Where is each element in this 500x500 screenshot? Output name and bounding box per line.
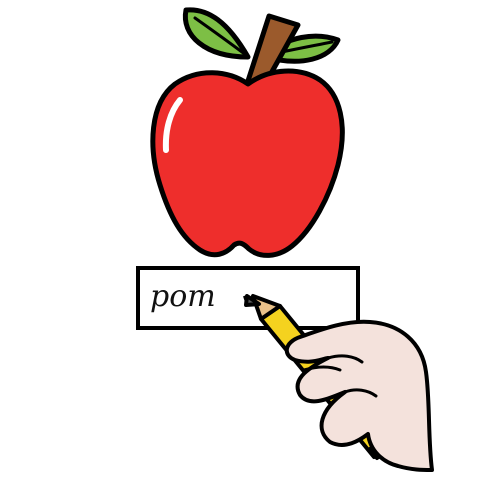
apple-icon: [150, 7, 345, 258]
hand-icon: [284, 319, 434, 472]
apple-writing-pictogram: pom: [136, 7, 434, 472]
hand-body: [284, 319, 434, 472]
written-word: pom: [150, 279, 216, 314]
